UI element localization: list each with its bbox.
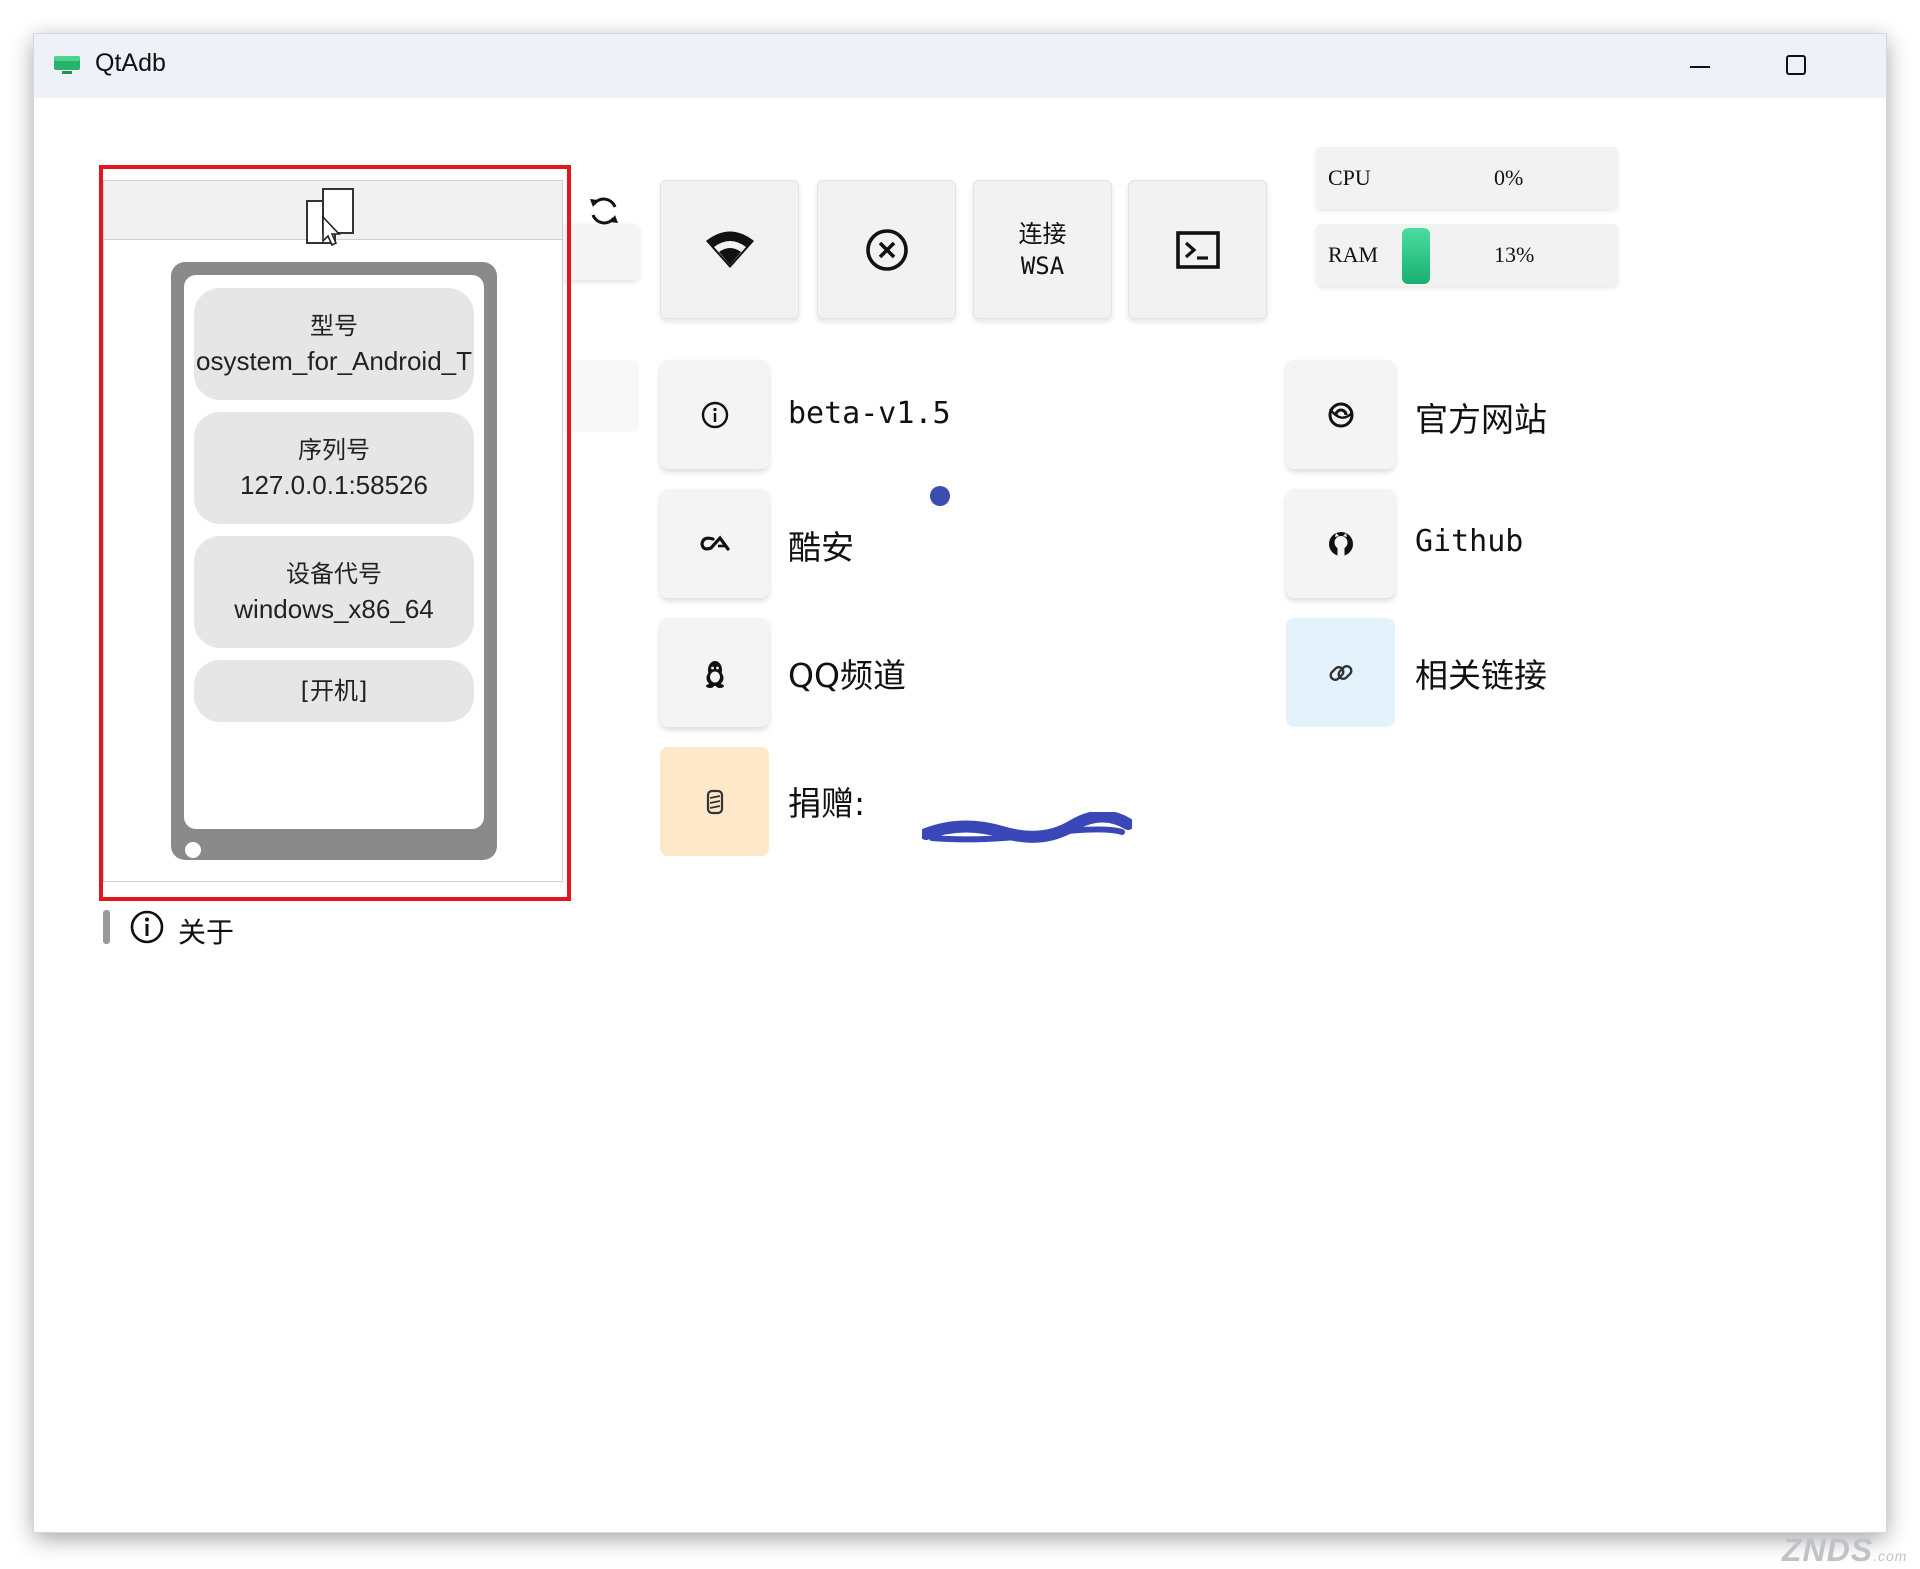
minimize-button[interactable] (1680, 48, 1720, 84)
about-label: 关于 (178, 916, 235, 949)
website-label: 官方网站 (1415, 400, 1547, 439)
info-icon (130, 910, 164, 944)
wifi-icon (705, 231, 754, 268)
site-watermark: ZNDS.com (1782, 1532, 1907, 1569)
info-icon (701, 401, 728, 428)
title-bar: QtAdb (34, 34, 1886, 98)
related-links-label: 相关链接 (1415, 656, 1547, 695)
coolapk-button[interactable] (660, 489, 769, 598)
wifi-connect-button[interactable] (660, 180, 799, 319)
window-title: QtAdb (95, 49, 166, 77)
nav-selection-indicator (103, 910, 110, 944)
qq-channel-button[interactable] (660, 618, 769, 727)
qq-penguin-icon (705, 660, 724, 688)
github-label: Github (1415, 524, 1524, 559)
browser-icon (1328, 402, 1353, 427)
minimize-icon (1690, 66, 1710, 68)
coolapk-icon (699, 534, 730, 551)
connect-wsa-label: 连接 (1018, 219, 1067, 248)
donate-button[interactable] (660, 747, 769, 856)
refresh-icon[interactable] (586, 193, 622, 229)
qq-channel-label: QQ频道 (788, 656, 906, 695)
related-links-button[interactable] (1286, 618, 1395, 727)
coin-stack-icon (706, 789, 723, 814)
version-label: beta-v1.5 (788, 396, 951, 431)
redaction-scribble (922, 812, 1132, 843)
nav-item-about[interactable]: 关于 (103, 908, 303, 949)
ram-usage: RAM 13% (1316, 224, 1618, 286)
maximize-icon (1786, 55, 1806, 75)
link-icon (1329, 664, 1352, 681)
donate-label: 捐赠: (788, 784, 866, 823)
github-button[interactable] (1286, 489, 1395, 598)
website-button[interactable] (1286, 360, 1395, 469)
connect-wsa-button[interactable]: 连接 WSA (973, 180, 1112, 319)
status-dot (930, 486, 950, 506)
terminal-icon (1175, 230, 1220, 269)
ram-value: 13% (1494, 242, 1535, 267)
cpu-value: 0% (1494, 165, 1524, 190)
ram-label: RAM (1328, 242, 1379, 267)
close-circle-icon (865, 228, 908, 271)
coolapk-label: 酷安 (788, 528, 854, 567)
github-icon (1328, 531, 1353, 556)
highlight-frame (99, 165, 571, 901)
app-window: QtAdb 型号 osystem_for_Android_T 序列号 127.0… (34, 34, 1886, 1532)
connect-wsa-sublabel: WSA (1020, 251, 1065, 280)
watermark-text: ZNDS (1782, 1532, 1874, 1568)
version-button[interactable] (660, 360, 769, 469)
terminal-button[interactable] (1128, 180, 1267, 319)
watermark-suffix: .com (1873, 1548, 1908, 1564)
app-logo-icon (54, 56, 80, 74)
ram-usage-bar (1402, 228, 1430, 284)
cpu-usage: CPU 0% (1316, 147, 1618, 209)
maximize-button[interactable] (1776, 48, 1816, 84)
cpu-label: CPU (1328, 165, 1371, 190)
disconnect-button[interactable] (817, 180, 956, 319)
